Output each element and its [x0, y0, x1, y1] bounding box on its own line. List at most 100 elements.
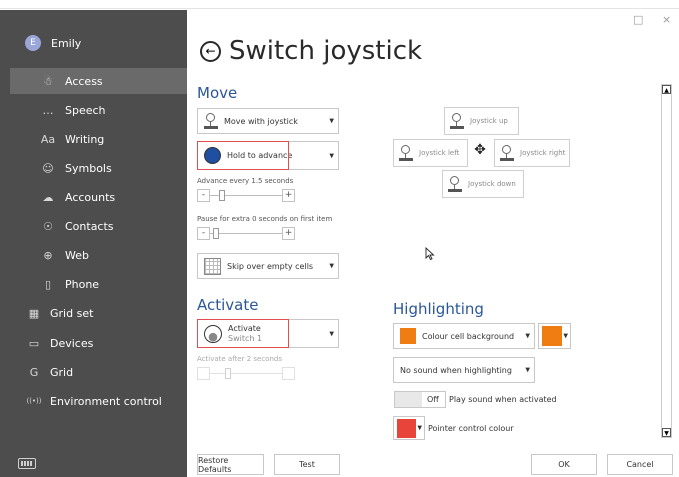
user-profile[interactable]: E Emily — [25, 33, 81, 53]
cancel-button[interactable]: Cancel — [607, 454, 673, 475]
advance-highlight-outline — [197, 141, 289, 170]
sidebar-item-devices[interactable]: ▭ Devices — [10, 330, 187, 356]
move-arrows-icon: ✥ — [474, 142, 486, 158]
joystick-up-button[interactable]: Joystick up — [444, 107, 519, 135]
move-heading: Move — [197, 84, 238, 102]
sidebar-item-label: Grid — [50, 365, 74, 379]
highlight-mode-swatch — [400, 328, 416, 344]
increment-button[interactable]: + — [282, 189, 295, 202]
ok-button[interactable]: OK — [531, 454, 597, 475]
slider-thumb[interactable] — [213, 228, 219, 239]
advance-every-stepper[interactable]: - + — [197, 189, 295, 203]
joystick-icon — [450, 112, 464, 130]
sidebar-item-label: Web — [65, 248, 89, 262]
activate-heading: Activate — [197, 296, 259, 314]
decrement-button — [197, 367, 210, 380]
highlight-color-swatch — [542, 326, 562, 346]
advance-every-label: Advance every 1.5 seconds — [197, 177, 294, 185]
joystick-icon — [204, 112, 218, 130]
joystick-up-label: Joystick up — [470, 117, 508, 125]
chevron-down-icon: ▼ — [525, 332, 530, 340]
sidebar-item-contacts[interactable]: ☉ Contacts — [10, 213, 187, 239]
chevron-down-icon: ▼ — [525, 366, 530, 374]
sidebar-item-label: Writing — [65, 132, 105, 146]
page-title: Switch joystick — [229, 36, 423, 66]
sidebar-item-label: Grid set — [50, 306, 94, 320]
decrement-button[interactable]: - — [197, 227, 210, 240]
pointer-color-swatch — [397, 418, 416, 438]
slider-thumb — [225, 368, 231, 379]
increment-button — [282, 367, 295, 380]
chevron-down-icon: ▼ — [329, 152, 334, 159]
scroll-up-icon[interactable]: ▲ — [662, 85, 671, 94]
joystick-left-button[interactable]: Joystick left — [393, 139, 468, 167]
sidebar-item-phone[interactable]: ▯ Phone — [10, 271, 187, 297]
close-icon[interactable]: × — [662, 13, 671, 26]
chevron-down-icon: ▼ — [563, 332, 568, 340]
joystick-right-label: Joystick right — [520, 149, 566, 157]
sidebar-item-label: Access — [65, 74, 103, 88]
toggle-state: Off — [427, 395, 439, 404]
decrement-button[interactable]: - — [197, 189, 210, 202]
activation-sound-toggle[interactable]: Off — [394, 391, 446, 408]
test-button[interactable]: Test — [274, 454, 340, 475]
sidebar-item-symbols[interactable]: ☺ Symbols — [10, 155, 187, 181]
joystick-down-button[interactable]: Joystick down — [442, 170, 524, 198]
sidebar-item-label: Phone — [65, 277, 100, 291]
sidebar-item-grid-set[interactable]: ▦ Grid set — [10, 300, 187, 326]
cloud-icon: ☁ — [42, 190, 54, 204]
window-top-edge — [0, 0, 679, 9]
chevron-down-icon: ▼ — [417, 424, 422, 432]
grid-cells-icon — [204, 257, 221, 275]
page-header: ← Switch joystick — [200, 36, 422, 66]
grid-set-icon: ▦ — [28, 306, 40, 320]
joystick-down-label: Joystick down — [468, 180, 516, 188]
activation-sound-label: Play sound when activated — [449, 395, 557, 404]
sidebar-item-writing[interactable]: Aa Writing — [10, 126, 187, 152]
highlight-mode-dropdown[interactable]: Colour cell background ▼ — [393, 323, 535, 349]
sidebar-item-label: Symbols — [65, 161, 112, 175]
sidebar-item-access[interactable]: ☃ Access — [10, 68, 187, 94]
highlight-sound-dropdown[interactable]: No sound when highlighting ▼ — [393, 357, 535, 383]
sidebar-item-label: Environment control — [50, 394, 162, 408]
writing-icon: Aa — [40, 132, 56, 146]
skip-dropdown[interactable]: Skip over empty cells ▼ — [197, 253, 339, 279]
joystick-icon — [448, 175, 462, 193]
increment-button[interactable]: + — [282, 227, 295, 240]
keyboard-icon[interactable] — [18, 458, 36, 469]
highlight-color-picker[interactable]: ▼ — [538, 323, 571, 349]
restore-defaults-button[interactable]: Restore Defaults — [197, 454, 264, 475]
sidebar-item-accounts[interactable]: ☁ Accounts — [10, 184, 187, 210]
pointer-color-label: Pointer control colour — [428, 424, 514, 433]
slider-thumb[interactable] — [219, 190, 225, 201]
sidebar-item-label: Speech — [65, 103, 106, 117]
pointer-color-picker[interactable]: ▼ — [393, 416, 425, 440]
toggle-knob — [395, 392, 422, 407]
sidebar-item-speech[interactable]: … Speech — [10, 97, 187, 123]
sidebar-item-web[interactable]: ⊕ Web — [10, 242, 187, 268]
sidebar-item-environment-control[interactable]: ((•)) Environment control — [10, 388, 187, 414]
highlight-sound-value: No sound when highlighting — [400, 365, 512, 375]
chevron-down-icon: ▼ — [329, 117, 334, 125]
chevron-down-icon: ▼ — [329, 330, 334, 337]
back-icon[interactable]: ← — [200, 40, 221, 62]
joystick-right-button[interactable]: Joystick right — [494, 139, 570, 167]
mouse-pointer-icon — [425, 247, 435, 261]
scroll-down-icon[interactable]: ▼ — [662, 428, 671, 437]
joystick-left-label: Joystick left — [419, 149, 460, 157]
monitor-icon: ▭ — [28, 336, 40, 350]
sidebar-item-grid[interactable]: G Grid — [10, 359, 187, 385]
move-mode-dropdown[interactable]: Move with joystick ▼ — [197, 108, 339, 134]
symbols-icon: ☺ — [42, 161, 54, 175]
user-avatar: E — [25, 35, 41, 51]
skip-value: Skip over empty cells — [227, 261, 314, 271]
maximize-icon[interactable]: □ — [633, 13, 643, 26]
wireless-icon: ((•)) — [26, 397, 42, 405]
accessibility-icon: ☃ — [43, 74, 53, 88]
user-name: Emily — [51, 36, 82, 50]
joystick-icon — [399, 144, 413, 162]
move-mode-value: Move with joystick — [224, 116, 298, 126]
pause-stepper[interactable]: - + — [197, 227, 295, 241]
vertical-scrollbar[interactable]: ▲ ▼ — [661, 84, 672, 438]
activate-highlight-outline — [197, 319, 289, 348]
